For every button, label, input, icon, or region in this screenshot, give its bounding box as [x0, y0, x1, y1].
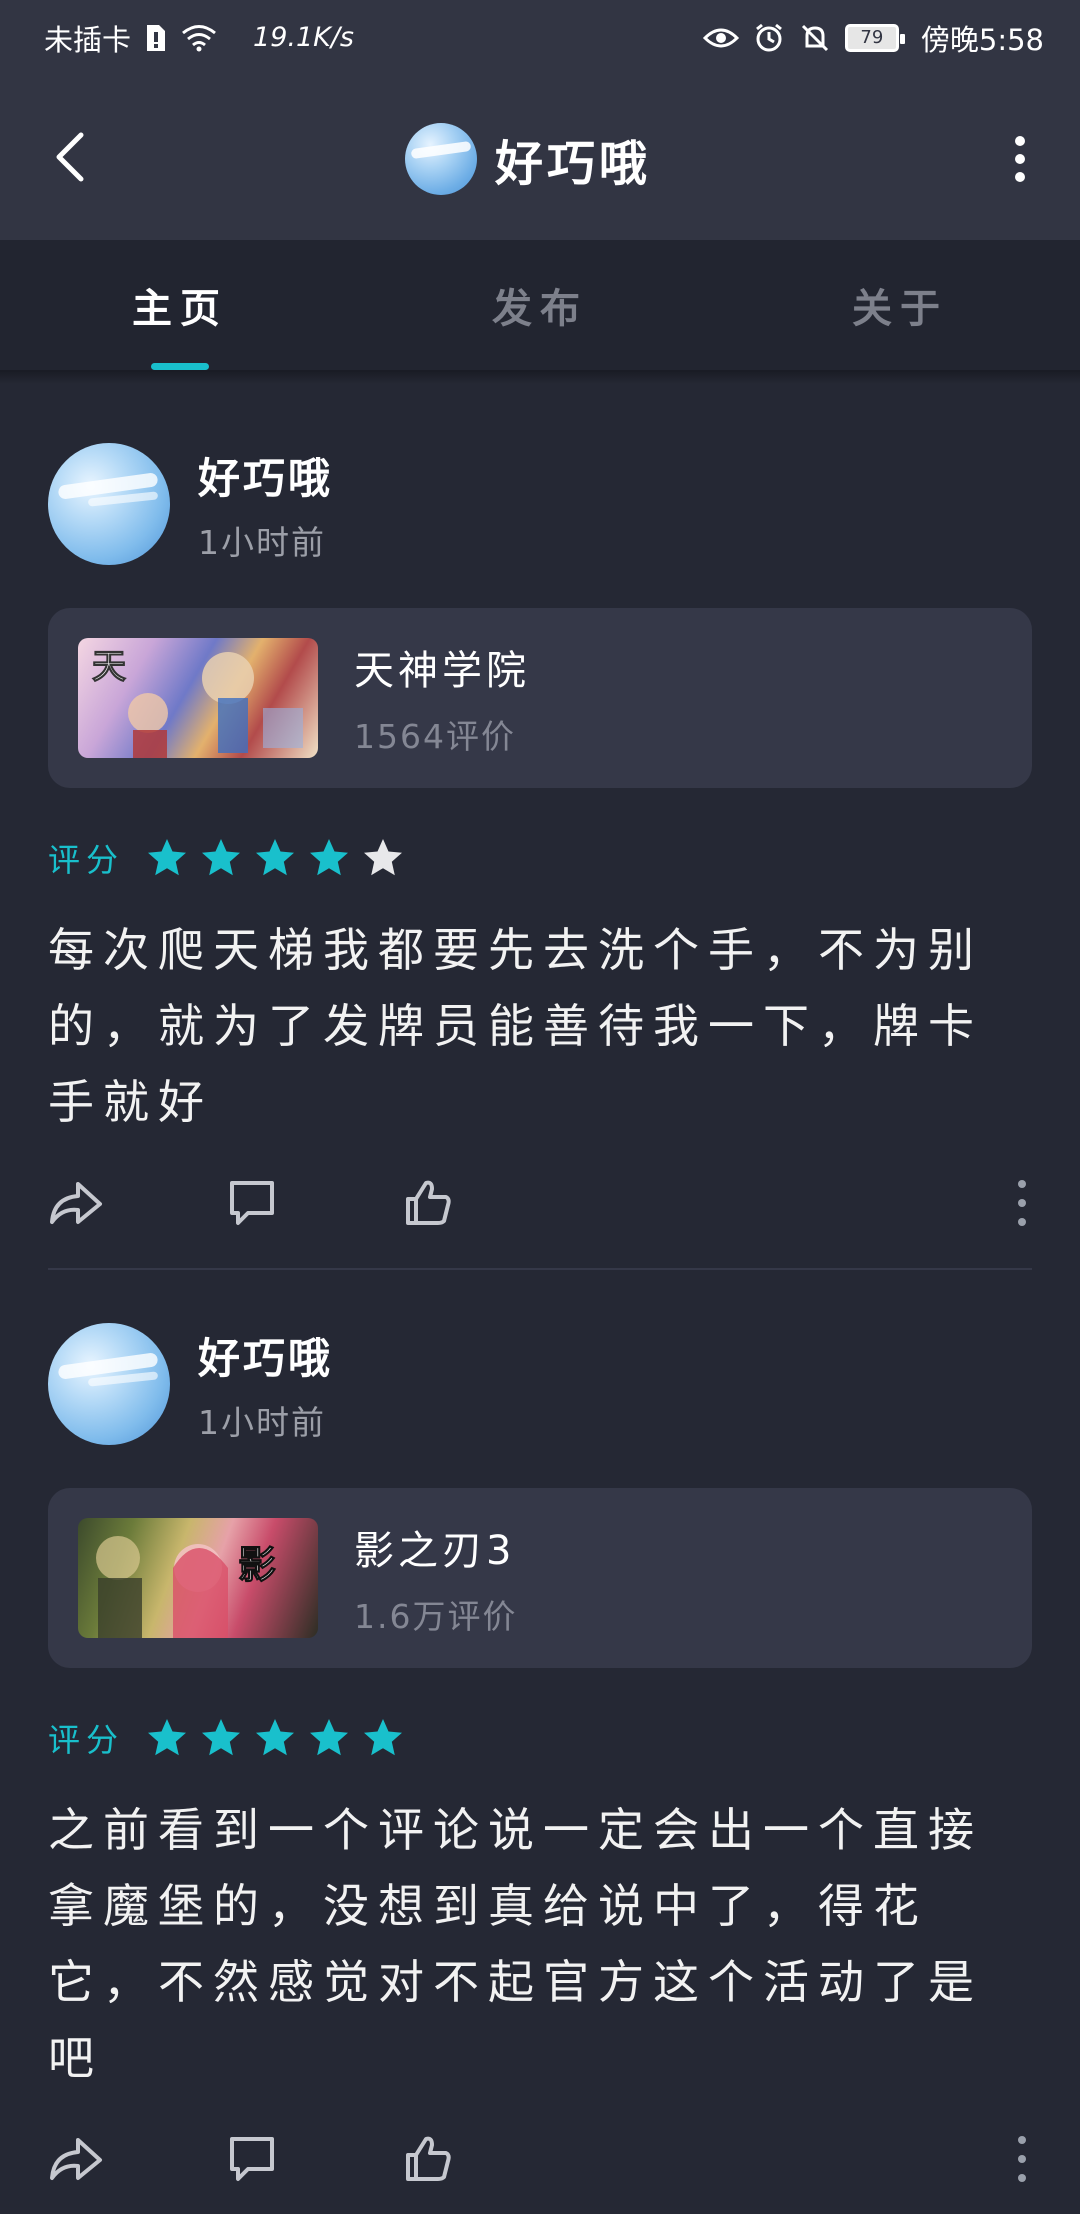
post-card: 好巧哦 1小时前 影 影之刃3 1.6万评价 评分 之前看到一个评论说一定会出一… [0, 1314, 1080, 2214]
carrier-text: 未插卡 [44, 22, 132, 57]
star-icon [256, 1719, 295, 1756]
star-icon [202, 1719, 241, 1756]
star-icon [310, 839, 349, 876]
star-rating [146, 1717, 416, 1759]
top-app-bar: 好巧哦 [0, 75, 1080, 240]
back-button[interactable] [42, 127, 98, 187]
network-speed: 19.1K/s [253, 22, 355, 53]
more-dot [1015, 172, 1025, 182]
tab-about[interactable]: 关于 [720, 240, 1080, 370]
post-actions [48, 1148, 1032, 1258]
game-thumbnail: 影 [78, 1518, 318, 1638]
more-dot [1015, 154, 1025, 164]
more-dot [1015, 136, 1025, 146]
status-right: 79 傍晚5:58 [702, 17, 1044, 59]
share-icon [50, 2138, 102, 2180]
star-icon [148, 1719, 187, 1756]
more-dot [1018, 2155, 1026, 2163]
star-icon [256, 839, 295, 876]
game-review-count: 1564评价 [354, 717, 516, 756]
more-dot [1018, 1199, 1026, 1207]
game-review-count: 1.6万评价 [354, 1597, 518, 1636]
post-user: 好巧哦 1小时前 [198, 445, 333, 564]
game-name: 影之刃3 [354, 1528, 516, 1574]
game-name: 天神学院 [354, 648, 530, 694]
header-user: 好巧哦 [405, 121, 651, 197]
more-dot [1018, 1180, 1026, 1188]
post-time: 1小时前 [198, 522, 326, 562]
share-button[interactable] [48, 1175, 104, 1231]
rating-label: 评分 [48, 841, 125, 879]
star-icon [148, 839, 187, 876]
star-icon [202, 839, 241, 876]
more-dot [1018, 2136, 1026, 2144]
tab-home[interactable]: 主页 [0, 240, 360, 370]
post-more-button[interactable] [1012, 1180, 1032, 1226]
post-more-button[interactable] [1012, 2136, 1032, 2182]
username[interactable]: 好巧哦 [198, 445, 333, 506]
like-button[interactable] [400, 1175, 456, 1231]
game-card[interactable]: 影 影之刃3 1.6万评价 [48, 1488, 1032, 1668]
clock: 傍晚5:58 [920, 22, 1044, 57]
tab-label: 关于 [852, 286, 948, 332]
tab-bar: 主页 发布 关于 [0, 240, 1080, 372]
back-arrow-icon [56, 132, 84, 182]
rating-label: 评分 [48, 1721, 125, 1759]
more-dot [1018, 1218, 1026, 1226]
game-info: 天神学院 1564评价 [354, 638, 530, 758]
post-header: 好巧哦 1小时前 [48, 1314, 1032, 1454]
eye-icon [702, 25, 739, 51]
svg-text:天: 天 [92, 647, 126, 687]
avatar[interactable] [48, 443, 170, 565]
wifi-icon [181, 24, 217, 52]
post-divider [48, 1268, 1032, 1270]
avatar[interactable] [405, 123, 477, 195]
post-user: 好巧哦 1小时前 [198, 1325, 333, 1444]
game-info: 影之刃3 1.6万评价 [354, 1518, 517, 1638]
thumbs-up-icon [406, 2136, 451, 2181]
star-icon [310, 1719, 349, 1756]
status-left: 未插卡 19.1K/s [44, 17, 354, 59]
avatar[interactable] [48, 1323, 170, 1445]
sim-card-icon [145, 23, 167, 53]
game-art-image: 影 [96, 1536, 277, 1638]
game-thumbnail: 天 [78, 638, 318, 758]
tab-publish[interactable]: 发布 [360, 240, 720, 370]
svg-text:影: 影 [238, 1542, 276, 1587]
post-body[interactable]: 之前看到一个评论说一定会出一个直接拿魔堡的，没想到真给说中了，得花它，不然感觉对… [48, 1792, 1032, 2096]
feed[interactable]: 好巧哦 1小时前 天 天神学院 1564评价 评分 每次爬天梯我都要先去洗个手，… [0, 384, 1080, 2214]
like-button[interactable] [400, 2131, 456, 2187]
comment-button[interactable] [224, 2131, 280, 2187]
tab-shadow [0, 372, 1080, 384]
share-icon [50, 1182, 102, 1224]
comment-button[interactable] [224, 1175, 280, 1231]
star-icon [364, 1719, 403, 1756]
star-rating [146, 837, 416, 879]
comment-icon [230, 2137, 274, 2181]
tab-indicator [151, 363, 209, 370]
battery-icon: 79 [844, 23, 905, 52]
share-button[interactable] [48, 2131, 104, 2187]
thumbs-up-icon [406, 1180, 451, 1225]
mute-bell-icon [799, 22, 831, 54]
more-dot [1018, 2174, 1026, 2182]
rating-row: 评分 [48, 1712, 1032, 1764]
game-art-image: 天 [92, 647, 303, 758]
post-actions [48, 2104, 1032, 2214]
alarm-icon [753, 22, 785, 54]
game-card[interactable]: 天 天神学院 1564评价 [48, 608, 1032, 788]
rating-row: 评分 [48, 832, 1032, 884]
username[interactable]: 好巧哦 [198, 1325, 333, 1386]
page-title: 好巧哦 [495, 136, 652, 192]
post-time: 1小时前 [198, 1402, 326, 1442]
post-card: 好巧哦 1小时前 天 天神学院 1564评价 评分 每次爬天梯我都要先去洗个手，… [0, 434, 1080, 1270]
tab-label: 发布 [492, 286, 588, 332]
tab-label: 主页 [132, 286, 228, 332]
status-bar: 未插卡 19.1K/s 79 傍晚5:58 [0, 0, 1080, 75]
post-header: 好巧哦 1小时前 [48, 434, 1032, 574]
more-options-button[interactable] [1000, 131, 1040, 187]
post-body[interactable]: 每次爬天梯我都要先去洗个手，不为别的，就为了发牌员能善待我一下，牌卡手就好 [48, 912, 1032, 1140]
comment-icon [230, 1181, 274, 1225]
star-icon [364, 839, 403, 876]
